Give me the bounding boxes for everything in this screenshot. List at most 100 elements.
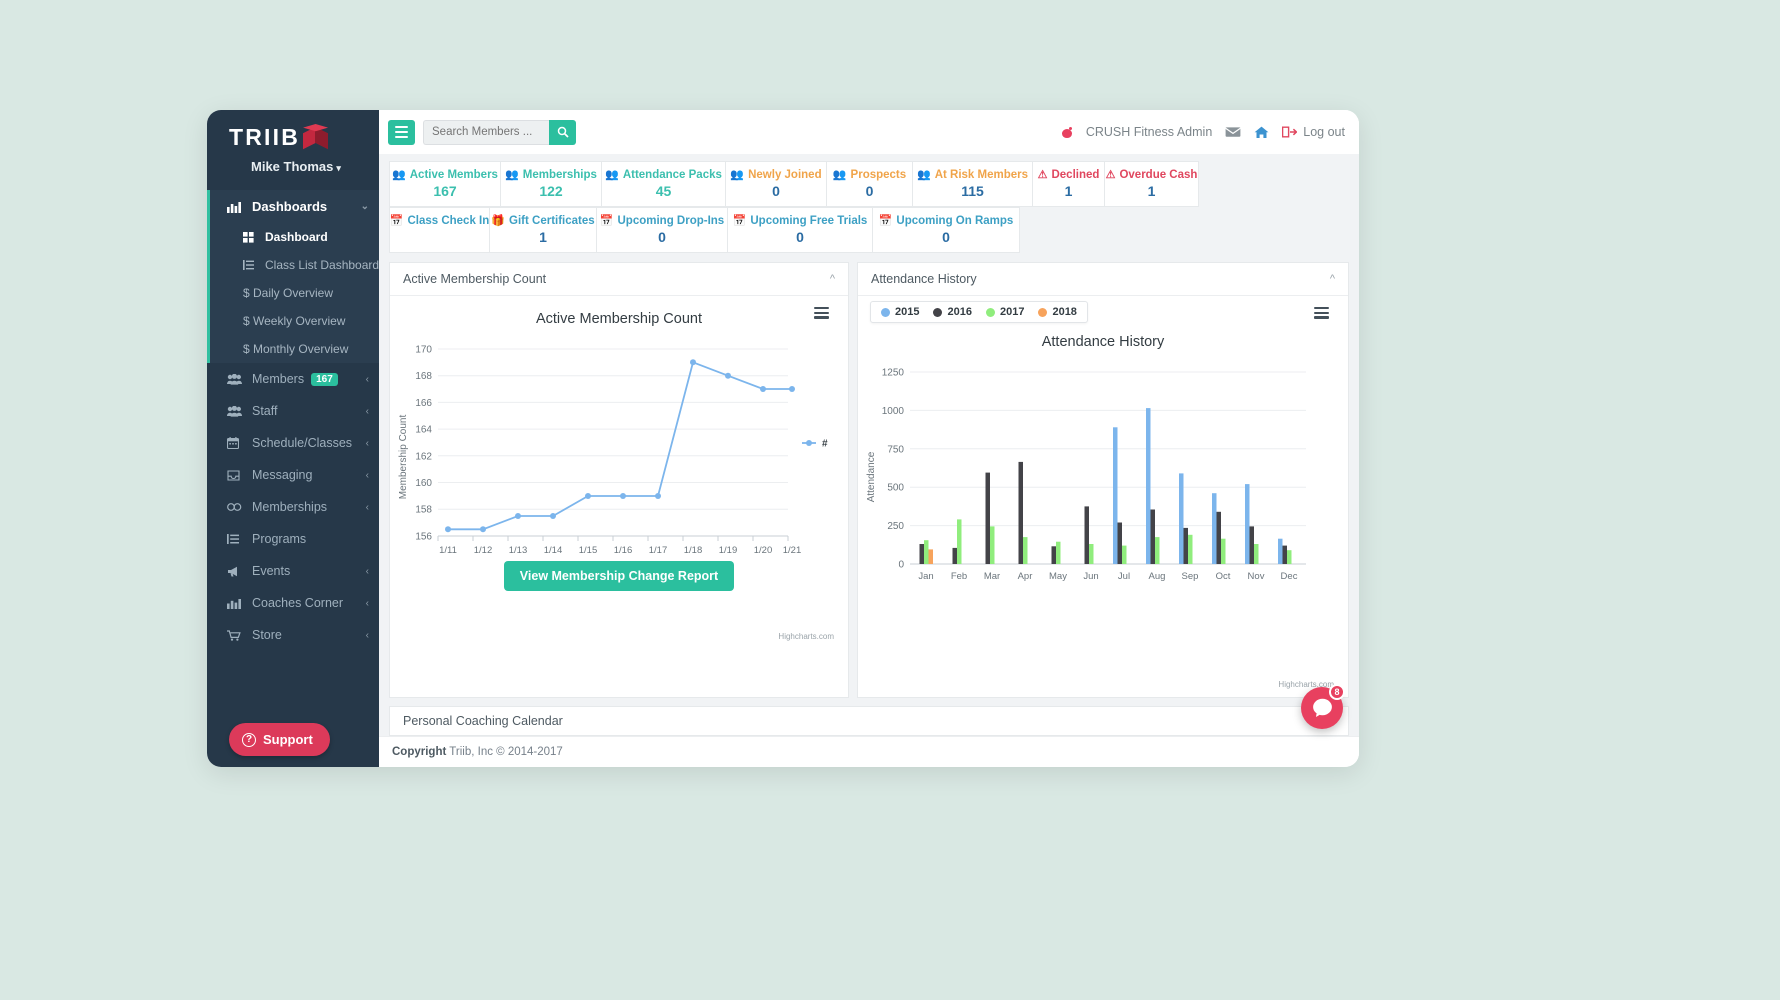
topbar-right: CRUSH Fitness Admin Log out xyxy=(1061,125,1345,139)
stat-tile-upcoming-on-ramps[interactable]: 📅 Upcoming On Ramps 0 xyxy=(872,207,1020,253)
sidebar-item-label: Coaches Corner xyxy=(252,596,344,610)
legend-item-2015[interactable]: 2015 xyxy=(881,306,919,318)
stat-tile-gift-certificates[interactable]: 🎁 Gift Certificates 1 xyxy=(489,207,597,253)
envelope-icon[interactable] xyxy=(1225,126,1242,138)
stat-value: 1 xyxy=(1147,183,1156,199)
users-icon: 👥 xyxy=(917,169,931,181)
stat-tile-overdue-cash[interactable]: ⚠ Overdue Cash 1 xyxy=(1104,161,1199,207)
legend-label: 2018 xyxy=(1052,306,1077,318)
search-button[interactable] xyxy=(549,119,576,145)
sidebar-item-daily-overview[interactable]: $ Daily Overview xyxy=(207,279,379,307)
chevron-left-icon: ‹ xyxy=(365,405,369,417)
svg-text:1/13: 1/13 xyxy=(509,545,528,556)
svg-text:1/14: 1/14 xyxy=(544,545,563,556)
panel-attendance-history: Attendance History ^ 2015 2016 2017 2018… xyxy=(857,262,1349,698)
svg-text:1000: 1000 xyxy=(882,406,905,417)
sidebar-group-dashboards: Dashboards ⌄ Dashboard Class List Dashbo… xyxy=(207,190,379,363)
handshake-icon xyxy=(227,502,244,512)
collapse-icon[interactable]: ^ xyxy=(1330,273,1335,285)
chart-context-menu-button[interactable] xyxy=(1314,307,1329,319)
calendar-icon: 📅 xyxy=(732,215,747,227)
stat-value: 0 xyxy=(942,229,950,245)
users-icon: 👥 xyxy=(730,169,745,181)
sidebar-item-class-list-dashboard[interactable]: Class List Dashboard xyxy=(207,251,379,279)
sidebar-item-staff[interactable]: Staff ‹ xyxy=(207,395,379,427)
sidebar-item-dashboards[interactable]: Dashboards ⌄ xyxy=(207,190,379,223)
sidebar-toggle-button[interactable] xyxy=(388,119,415,145)
sidebar-item-events[interactable]: Events ‹ xyxy=(207,555,379,587)
legend-item-2018[interactable]: 2018 xyxy=(1038,306,1077,318)
stat-tile-active-members[interactable]: 👥 Active Members 167 xyxy=(389,161,501,207)
view-membership-change-report-button[interactable]: View Membership Change Report xyxy=(503,561,735,591)
sidebar-item-label: Memberships xyxy=(252,500,328,514)
home-icon[interactable] xyxy=(1254,126,1269,139)
stat-tile-prospects[interactable]: 👥 Prospects 0 xyxy=(826,161,913,207)
svg-text:Dec: Dec xyxy=(1281,571,1298,582)
search-input[interactable] xyxy=(423,119,549,145)
stat-tile-class-check-in[interactable]: 📅 Class Check In xyxy=(389,207,490,253)
chat-icon xyxy=(1312,698,1332,717)
stat-value: 0 xyxy=(796,229,804,245)
sidebar-item-memberships[interactable]: Memberships ‹ xyxy=(207,491,379,523)
legend-item-2016[interactable]: 2016 xyxy=(933,306,972,318)
stat-tile-declined[interactable]: ⚠ Declined 1 xyxy=(1032,161,1105,207)
svg-text:1/17: 1/17 xyxy=(649,545,668,556)
svg-text:0: 0 xyxy=(898,560,904,571)
legend-color-swatch xyxy=(1038,307,1048,317)
legend-item-2017[interactable]: 2017 xyxy=(985,306,1024,318)
inbox-icon xyxy=(227,469,244,481)
intercom-chat-button[interactable]: 8 xyxy=(1301,684,1345,729)
stat-tile-attendance-packs[interactable]: 👥 Attendance Packs 45 xyxy=(601,161,726,207)
users-icon xyxy=(227,373,244,385)
sidebar-item-dashboard[interactable]: Dashboard xyxy=(207,223,379,251)
stat-tile-newly-joined[interactable]: 👥 Newly Joined 0 xyxy=(725,161,827,207)
sidebar-user-menu[interactable]: Mike Thomas ▾ xyxy=(229,151,379,174)
chart-context-menu-button[interactable] xyxy=(814,307,829,319)
bar-series-2015 xyxy=(1113,408,1283,564)
main-content: CRUSH Fitness Admin xyxy=(379,110,1359,767)
y-axis-title: Membership Count xyxy=(398,415,409,500)
line-series-path xyxy=(448,361,792,531)
stat-value: 0 xyxy=(772,183,780,199)
svg-text:Aug: Aug xyxy=(1149,571,1166,582)
stat-tile-at-risk-members[interactable]: 👥 At Risk Members 115 xyxy=(912,161,1033,207)
stat-tile-upcoming-free-trials[interactable]: 📅 Upcoming Free Trials 0 xyxy=(727,207,873,253)
sidebar-brand: TRIIB Mike Thomas ▾ xyxy=(207,110,379,174)
svg-text:164: 164 xyxy=(415,425,432,436)
sidebar-item-programs[interactable]: Programs xyxy=(207,523,379,555)
logout-button[interactable]: Log out xyxy=(1282,125,1345,139)
panel-body: 2015 2016 2017 2018 Attendance History A… xyxy=(858,296,1348,697)
svg-text:Apr: Apr xyxy=(1018,571,1033,582)
bar-series-2016 xyxy=(919,461,1287,564)
sidebar-item-messaging[interactable]: Messaging ‹ xyxy=(207,459,379,491)
stat-tile-upcoming-drop-ins[interactable]: 📅 Upcoming Drop-Ins 0 xyxy=(596,207,728,253)
sidebar-item-monthly-overview[interactable]: $ Monthly Overview xyxy=(207,335,379,363)
stat-tile-memberships[interactable]: 👥 Memberships 122 xyxy=(500,161,602,207)
sidebar-item-coaches-corner[interactable]: Coaches Corner ‹ xyxy=(207,587,379,619)
sidebar-item-label: Programs xyxy=(252,532,307,546)
app-window: TRIIB Mike Thomas ▾ Dashboards ⌄ Dashboa… xyxy=(207,110,1359,767)
line-chart: Membership Count 170 168 166 164 162 160… xyxy=(398,345,828,557)
sidebar-item-schedule-classes[interactable]: Schedule/Classes ‹ xyxy=(207,427,379,459)
sidebar-item-label: $ Daily Overview xyxy=(243,286,334,300)
footer: Copyright Triib, Inc © 2014-2017 xyxy=(379,736,1359,767)
sidebar-item-members[interactable]: Members 167 ‹ xyxy=(207,363,379,395)
list-icon xyxy=(243,260,259,270)
chevron-down-icon: ▾ xyxy=(336,163,341,173)
support-button-label: Support xyxy=(263,732,313,747)
support-button[interactable]: ? Support xyxy=(229,723,330,756)
sidebar-item-store[interactable]: Store ‹ xyxy=(207,619,379,651)
stat-label: Upcoming On Ramps xyxy=(896,214,1014,227)
users-icon: 👥 xyxy=(392,169,406,181)
cart-icon xyxy=(227,629,244,641)
sidebar-user-name: Mike Thomas xyxy=(251,159,334,174)
chart-title: Attendance History xyxy=(1041,334,1165,350)
bar-chart-icon xyxy=(227,201,244,213)
question-mark-icon: ? xyxy=(242,732,256,747)
sidebar-item-weekly-overview[interactable]: $ Weekly Overview xyxy=(207,307,379,335)
stat-label: Attendance Packs xyxy=(622,168,722,181)
sidebar-item-label: $ Monthly Overview xyxy=(243,342,349,356)
panel-personal-coaching-calendar[interactable]: Personal Coaching Calendar S xyxy=(389,706,1349,736)
collapse-icon[interactable]: ^ xyxy=(830,273,835,285)
svg-text:Nov: Nov xyxy=(1248,571,1265,582)
